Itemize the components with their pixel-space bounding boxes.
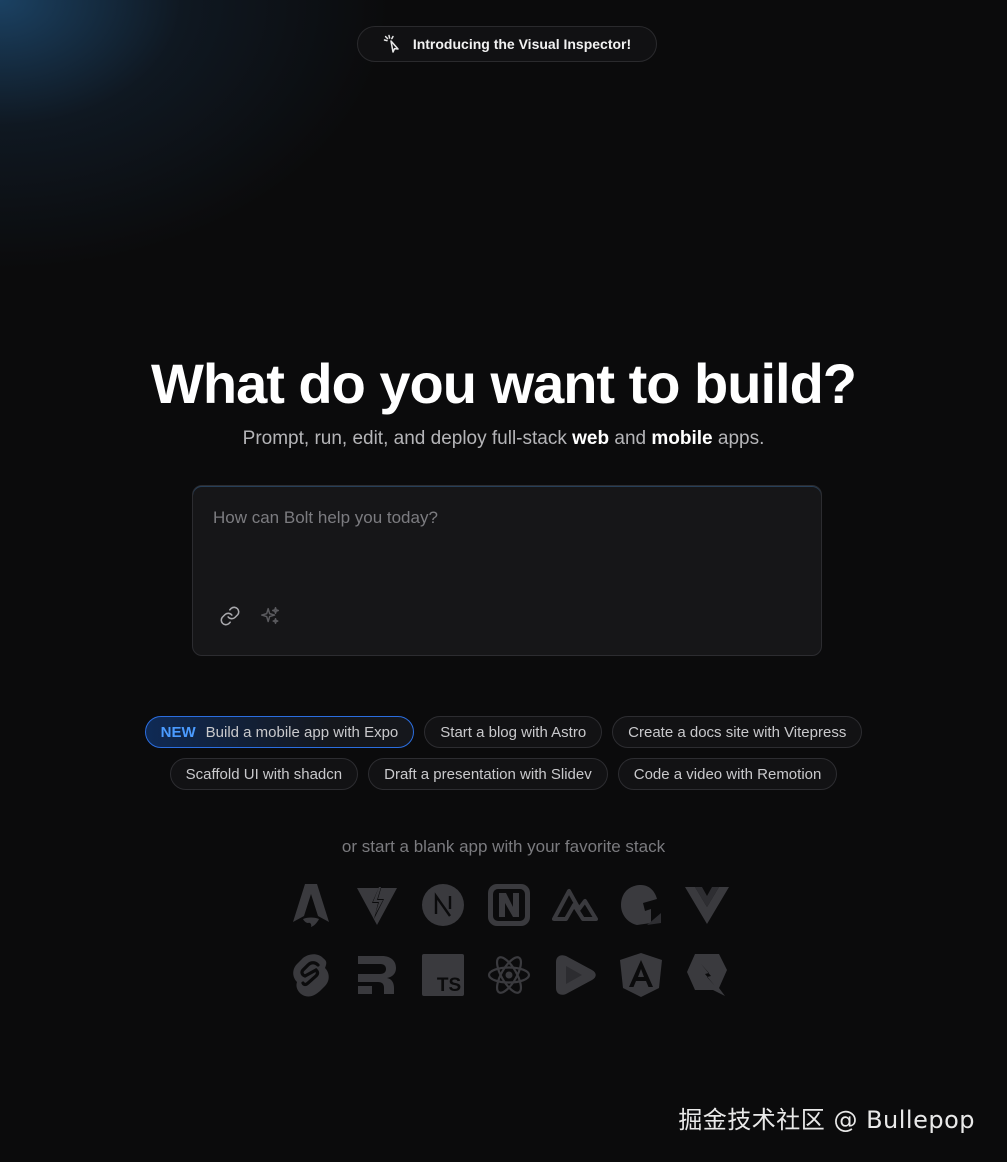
suggestions-row-1: NEW Build a mobile app with Expo Start a…	[0, 716, 1007, 748]
subtitle-and: and	[609, 428, 652, 449]
subtitle-suffix: apps.	[712, 428, 765, 449]
enhance-sparkle-icon	[259, 605, 281, 632]
stack-row-2: TS	[288, 950, 730, 1000]
angular-icon[interactable]	[618, 950, 664, 1000]
qwik-icon[interactable]	[684, 950, 730, 1000]
nuxt-icon[interactable]	[552, 880, 598, 930]
prompt-box	[192, 485, 822, 656]
remix-icon[interactable]	[354, 950, 400, 1000]
page-subtitle: Prompt, run, edit, and deploy full-stack…	[0, 428, 1007, 450]
nuxt-n-icon[interactable]	[486, 880, 532, 930]
cursor-click-icon	[383, 34, 403, 54]
svg-text:TS: TS	[437, 975, 461, 996]
nextjs-icon[interactable]	[420, 880, 466, 930]
new-badge: NEW	[160, 723, 196, 741]
prompt-input[interactable]	[213, 508, 793, 578]
chip-label: Code a video with Remotion	[633, 765, 822, 783]
chip-label: Build a mobile app with Expo	[205, 723, 399, 741]
slidev-icon[interactable]	[552, 950, 598, 1000]
chip-label: Scaffold UI with shadcn	[185, 765, 343, 783]
announcement-pill[interactable]: Introducing the Visual Inspector!	[357, 26, 657, 62]
announcement-label: Introducing the Visual Inspector!	[412, 36, 632, 52]
suggestion-remotion-chip[interactable]: Code a video with Remotion	[617, 758, 838, 790]
gatsby-icon[interactable]	[618, 880, 664, 930]
svelte-icon[interactable]	[288, 950, 334, 1000]
attach-link-button[interactable]	[216, 604, 244, 632]
suggestion-expo-chip[interactable]: NEW Build a mobile app with Expo	[144, 716, 415, 748]
subtitle-mobile: mobile	[651, 428, 713, 449]
chip-label: Draft a presentation with Slidev	[384, 765, 592, 783]
typescript-icon[interactable]: TS	[420, 950, 466, 1000]
stack-row-1	[288, 880, 730, 930]
suggestion-vitepress-chip[interactable]: Create a docs site with Vitepress	[612, 716, 863, 748]
chip-label: Start a blog with Astro	[440, 723, 587, 741]
suggestion-slidev-chip[interactable]: Draft a presentation with Slidev	[368, 758, 608, 790]
attach-link-icon	[219, 605, 241, 632]
vite-icon[interactable]	[354, 880, 400, 930]
chip-label: Create a docs site with Vitepress	[628, 723, 847, 741]
watermark-text: 掘金技术社区 @ Bullepop	[678, 1106, 975, 1134]
react-icon[interactable]	[486, 950, 532, 1000]
suggestions-row-2: Scaffold UI with shadcn Draft a presenta…	[0, 758, 1007, 790]
page-title: What do you want to build?	[151, 352, 857, 415]
subtitle-prefix: Prompt, run, edit, and deploy full-stack	[242, 428, 573, 449]
blank-app-label: or start a blank app with your favorite …	[341, 837, 666, 856]
subtitle-web: web	[572, 428, 610, 449]
astro-icon[interactable]	[288, 880, 334, 930]
vue-icon[interactable]	[684, 880, 730, 930]
suggestion-shadcn-chip[interactable]: Scaffold UI with shadcn	[169, 758, 359, 790]
suggestion-astro-chip[interactable]: Start a blog with Astro	[424, 716, 603, 748]
enhance-prompt-button[interactable]	[256, 604, 284, 632]
